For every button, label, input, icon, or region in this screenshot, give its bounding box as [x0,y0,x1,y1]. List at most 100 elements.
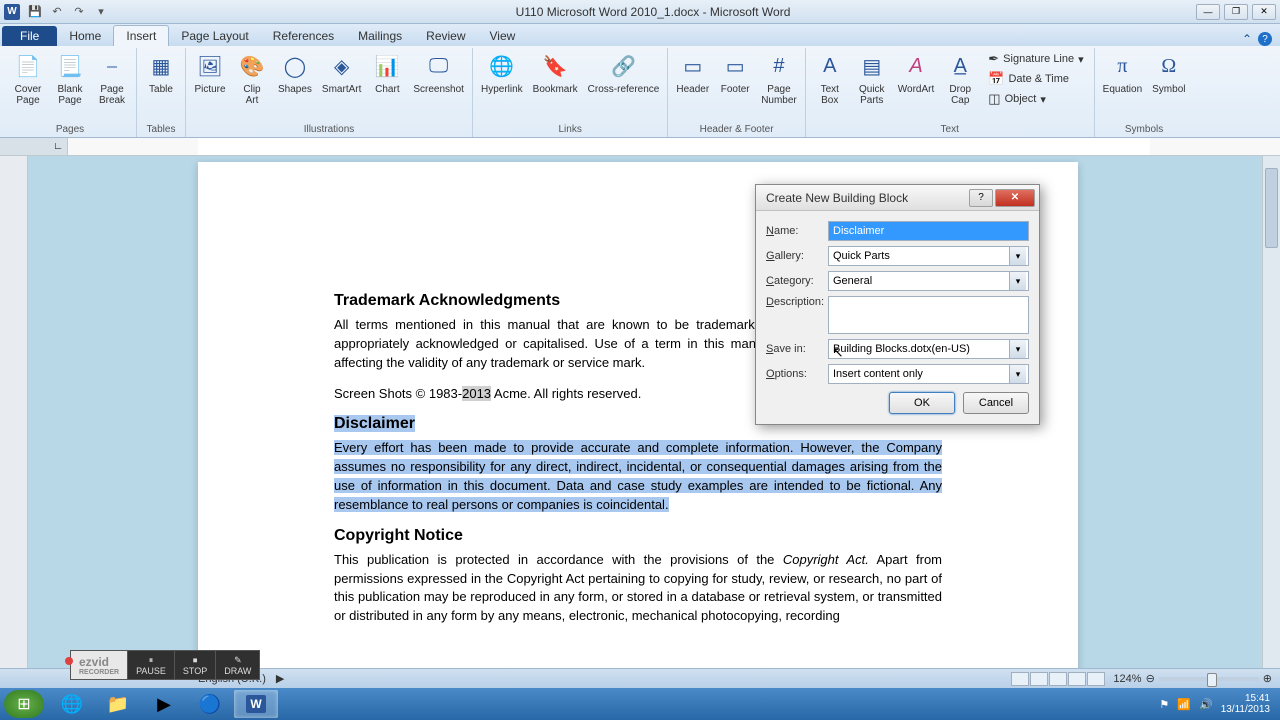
cross-reference-button[interactable]: 🔗Cross-reference [584,48,664,97]
ruler-horizontal[interactable]: ∟ [0,138,1280,156]
hyperlink-button[interactable]: 🌐Hyperlink [477,48,527,97]
table-icon: ▦ [145,50,177,82]
wordart-button[interactable]: AWordArt [894,48,939,97]
recorder-pause-button[interactable]: ⏸PAUSE [127,651,174,679]
dialog-close-button[interactable]: ✕ [995,189,1035,207]
view-web-layout-button[interactable] [1049,672,1067,686]
start-button[interactable]: ⊞ [4,690,44,718]
view-print-layout-button[interactable] [1011,672,1029,686]
zoom-out-button[interactable]: ⊖ [1146,672,1155,685]
zoom-slider[interactable] [1159,677,1259,681]
smartart-button[interactable]: ◈SmartArt [318,48,365,97]
ok-button[interactable]: OK [889,392,955,414]
restore-button[interactable]: ❐ [1224,4,1248,20]
symbol-button[interactable]: ΩSymbol [1148,48,1189,97]
tray-network-icon[interactable]: 📶 [1177,698,1191,711]
taskbar-media-button[interactable]: ▶ [142,690,186,718]
picture-button[interactable]: 🖼Picture [190,48,230,97]
recorder-logo: ezvidRECORDER [71,651,127,679]
page-number-button[interactable]: #Page Number [757,48,801,108]
clip-art-button[interactable]: 🎨Clip Art [232,48,272,108]
equation-button[interactable]: πEquation [1099,48,1146,97]
group-header-footer: ▭Header ▭Footer #Page Number Header & Fo… [668,48,805,137]
minimize-button[interactable]: — [1196,4,1220,20]
tab-home[interactable]: Home [57,26,113,46]
table-button[interactable]: ▦Table [141,48,181,97]
save-in-select[interactable]: Building Blocks.dotx(en-US) [828,339,1029,359]
help-icon[interactable]: ? [1258,32,1272,46]
redo-icon[interactable]: ↷ [70,3,88,21]
tray-flag-icon[interactable]: ⚑ [1159,698,1169,711]
page-break-button[interactable]: ⎯Page Break [92,48,132,108]
taskbar-explorer-button[interactable]: 📁 [96,690,140,718]
tab-page-layout[interactable]: Page Layout [169,26,260,46]
ribbon-minimize-icon[interactable]: ⌃ [1242,32,1252,46]
bookmark-button[interactable]: 🔖Bookmark [529,48,582,97]
chart-icon: 📊 [371,50,403,82]
label-category: Category: [766,275,828,287]
scrollbar-thumb[interactable] [1265,168,1278,248]
footer-button[interactable]: ▭Footer [715,48,755,97]
options-select[interactable]: Insert content only [828,364,1029,384]
qat-customize-icon[interactable]: ▾ [92,3,110,21]
status-macro-icon[interactable]: ▶ [276,672,284,685]
cross-ref-icon: 🔗 [608,50,640,82]
drop-cap-button[interactable]: A̲Drop Cap [940,48,980,108]
category-select[interactable]: General [828,271,1029,291]
save-icon[interactable]: 💾 [26,3,44,21]
text-box-icon: A [814,50,846,82]
wordart-icon: A [900,50,932,82]
view-draft-button[interactable] [1087,672,1105,686]
tab-insert[interactable]: Insert [113,25,169,46]
gallery-select[interactable]: Quick Parts [828,246,1029,266]
system-tray[interactable]: ⚑ 📶 🔊 15:4113/11/2013 [1159,693,1276,715]
cancel-button[interactable]: Cancel [963,392,1029,414]
blank-page-button[interactable]: 📃Blank Page [50,48,90,108]
taskbar-word-button[interactable]: W [234,690,278,718]
zoom-in-button[interactable]: ⊕ [1263,672,1272,685]
text-box-button[interactable]: AText Box [810,48,850,108]
taskbar-chrome-button[interactable]: 🔵 [188,690,232,718]
tab-mailings[interactable]: Mailings [346,26,414,46]
taskbar-ie-button[interactable]: 🌐 [50,690,94,718]
undo-icon[interactable]: ↶ [48,3,66,21]
document-scroll[interactable]: Trademark Acknowledgments All terms ment… [28,156,1280,672]
bookmark-icon: 🔖 [539,50,571,82]
recorder-stop-button[interactable]: ⏹STOP [174,651,215,679]
chart-button[interactable]: 📊Chart [367,48,407,97]
tray-volume-icon[interactable]: 🔊 [1199,698,1213,711]
shapes-button[interactable]: ◯Shapes [274,48,316,97]
tab-file[interactable]: File [2,26,57,46]
tray-clock[interactable]: 15:4113/11/2013 [1221,693,1270,715]
shapes-icon: ◯ [279,50,311,82]
zoom-level[interactable]: 124% [1113,673,1141,685]
view-full-screen-button[interactable] [1030,672,1048,686]
vertical-scrollbar[interactable] [1262,156,1280,672]
tab-references[interactable]: References [261,26,346,46]
ribbon-tabs: File Home Insert Page Layout References … [0,24,1280,46]
date-time-button[interactable]: 📅Date & Time [984,70,1087,88]
tab-view[interactable]: View [478,26,528,46]
date-time-icon: 📅 [988,71,1004,87]
recorder-draw-button[interactable]: ✎DRAW [215,651,259,679]
close-button[interactable]: ✕ [1252,4,1276,20]
tab-selector[interactable]: ∟ [0,138,68,155]
ruler-vertical[interactable] [0,156,28,672]
tab-review[interactable]: Review [414,26,477,46]
name-input[interactable] [828,221,1029,241]
object-icon: ◫ [988,91,1000,107]
header-button[interactable]: ▭Header [672,48,713,97]
paragraph-disclaimer: Every effort has been made to provide ac… [334,439,942,514]
dialog-help-button[interactable]: ? [969,189,993,207]
view-outline-button[interactable] [1068,672,1086,686]
group-text: AText Box ▤Quick Parts AWordArt A̲Drop C… [806,48,1095,137]
description-textarea[interactable] [828,296,1029,334]
object-button[interactable]: ◫Object▾ [984,90,1087,108]
smartart-icon: ◈ [326,50,358,82]
screenshot-button[interactable]: 🖵Screenshot [409,48,468,97]
group-pages: 📄Cover Page 📃Blank Page ⎯Page Break Page… [4,48,137,137]
cover-page-button[interactable]: 📄Cover Page [8,48,48,108]
dialog-titlebar[interactable]: Create New Building Block ? ✕ [756,185,1039,211]
signature-line-button[interactable]: ✒Signature Line▾ [984,50,1087,68]
quick-parts-button[interactable]: ▤Quick Parts [852,48,892,108]
